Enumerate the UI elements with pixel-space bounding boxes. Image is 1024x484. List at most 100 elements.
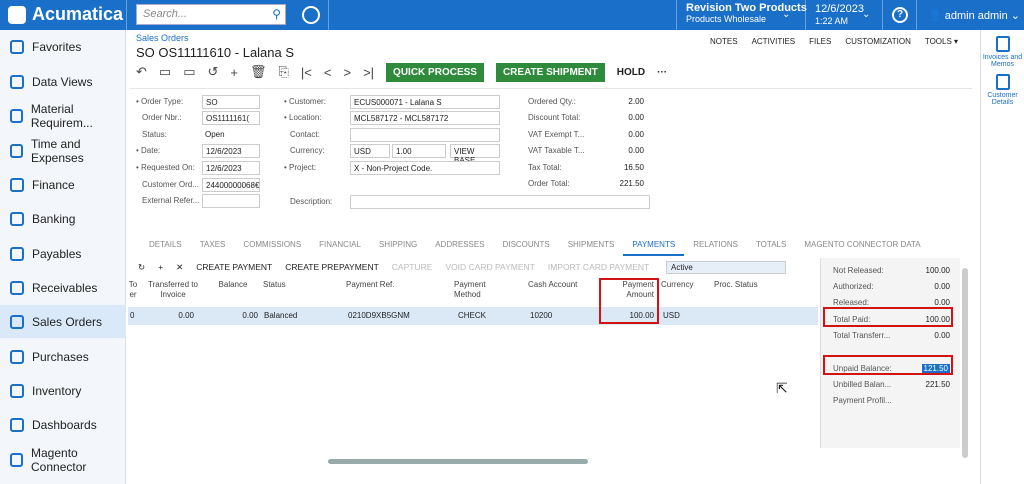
vertical-scrollbar[interactable] (962, 268, 968, 458)
customer-ord-field[interactable]: 24400000068€ (202, 178, 260, 192)
tab-shipments[interactable]: SHIPMENTS (559, 236, 624, 256)
date-selector[interactable]: 12/6/2023 1:22 AM (815, 3, 864, 27)
description-field[interactable] (350, 195, 650, 209)
notes-button[interactable]: NOTES (710, 37, 738, 46)
column-header[interactable]: Payment Ref. (346, 280, 436, 290)
import-card-payment-button[interactable]: IMPORT CARD PAYMENT (548, 262, 649, 272)
sidebar-item-dashboards[interactable]: Dashboards (0, 408, 126, 441)
tools-button[interactable]: TOOLS ▾ (925, 37, 958, 46)
search-icon[interactable]: ⚲ (272, 7, 281, 21)
sidebar-item-time-expenses[interactable]: Time and Expenses (0, 134, 126, 167)
sidebar-item-inventory[interactable]: Inventory (0, 374, 126, 407)
acumatica-logo-icon (8, 5, 26, 24)
history-icon[interactable] (302, 6, 320, 24)
column-header[interactable]: Cash Account (528, 280, 598, 290)
order-nbr-field[interactable]: OS1111161( (202, 111, 260, 125)
order-type-field[interactable]: SO (202, 95, 260, 109)
table-cell: 0 (130, 311, 135, 320)
material-icon (10, 108, 23, 123)
sidebar-item-banking[interactable]: Banking (0, 202, 126, 235)
sidebar-item-receivables[interactable]: Receivables (0, 271, 126, 304)
magento-icon (10, 452, 24, 467)
date-field[interactable]: 12/6/2023 (202, 144, 260, 158)
tab-shipping[interactable]: SHIPPING (370, 236, 426, 256)
status-label: Status: (142, 130, 167, 139)
copy-icon[interactable]: ⎘ (279, 64, 289, 80)
save-icon[interactable]: ▭ (159, 64, 171, 80)
column-header[interactable]: Status (263, 280, 323, 290)
sidebar-item-purchases[interactable]: Purchases (0, 340, 126, 373)
horizontal-scrollbar[interactable] (128, 458, 818, 466)
create-shipment-button[interactable]: CREATE SHIPMENT (495, 62, 605, 82)
hold-button[interactable]: HOLD (617, 67, 645, 78)
currency-field[interactable]: USD (350, 144, 390, 158)
more-button[interactable]: ··· (657, 67, 667, 78)
customer-details-link[interactable]: Customer Details (981, 74, 1024, 106)
contact-field[interactable] (350, 128, 500, 142)
sidebar-item-finance[interactable]: Finance (0, 168, 126, 201)
first-record-icon[interactable]: |< (301, 65, 312, 80)
app-logo[interactable]: Acumatica (8, 4, 123, 25)
customer-field[interactable]: ECUS000071 - Lalana S (350, 95, 500, 109)
project-field[interactable]: X - Non-Project Code. (350, 161, 500, 175)
delete-icon[interactable]: 🗑 (250, 64, 267, 80)
sidebar-item-sales-orders[interactable]: Sales Orders (0, 305, 126, 338)
view-base-button[interactable]: VIEW BASE (450, 144, 500, 165)
table-row[interactable]: 0 0.00 0.00 Balanced 0210D9XB5GNM CHECK … (128, 307, 818, 325)
tab-totals[interactable]: TOTALS (747, 236, 795, 256)
vat-exempt-value: 0.00 (628, 130, 644, 139)
sidebar-item-data-views[interactable]: Data Views (0, 65, 126, 98)
tab-relations[interactable]: RELATIONS (684, 236, 747, 256)
search-input[interactable]: Search... ⚲ (136, 4, 286, 25)
customization-button[interactable]: CUSTOMIZATION (845, 37, 910, 46)
refresh-icon[interactable]: ↻ (138, 262, 145, 273)
requested-on-field[interactable]: 12/6/2023 (202, 161, 260, 175)
currency-rate-field[interactable]: 1.00 (392, 144, 446, 158)
column-header[interactable]: Balance (208, 280, 258, 290)
column-header[interactable]: Transferred to Invoice (148, 280, 198, 300)
tab-details[interactable]: DETAILS (140, 236, 191, 256)
tab-financial[interactable]: FINANCIAL (310, 236, 370, 256)
tab-commissions[interactable]: COMMISSIONS (234, 236, 310, 256)
column-header[interactable]: Currency (661, 280, 701, 290)
files-button[interactable]: FILES (809, 37, 831, 46)
void-card-payment-button[interactable]: VOID CARD PAYMENT (445, 262, 534, 272)
add-icon[interactable]: + (230, 65, 238, 80)
sidebar-item-material-requirements[interactable]: Material Requirem... (0, 99, 126, 132)
create-payment-button[interactable]: CREATE PAYMENT (196, 262, 272, 272)
order-total-label: Order Total: (528, 179, 570, 188)
delete-row-icon[interactable]: ✕ (176, 262, 183, 273)
tab-taxes[interactable]: TAXES (191, 236, 235, 256)
capture-button[interactable]: CAPTURE (392, 262, 433, 272)
location-field[interactable]: MCL587172 - MCL587172 (350, 111, 500, 125)
help-icon[interactable]: ? (892, 7, 908, 23)
status-filter-select[interactable]: Active (666, 261, 786, 274)
undo-icon[interactable]: ↺ (208, 64, 219, 80)
next-icon[interactable]: > (343, 65, 351, 80)
previous-icon[interactable]: < (324, 65, 332, 80)
chevron-down-icon[interactable]: ⌄ (782, 9, 790, 20)
scrollbar-thumb[interactable] (328, 459, 588, 464)
invoices-memos-link[interactable]: Invoices and Memos (981, 36, 1024, 68)
add-row-icon[interactable]: + (158, 262, 163, 272)
user-menu[interactable]: 👤 admin admin ⌄ (928, 9, 1020, 22)
save-close-icon[interactable]: ▭ (183, 64, 195, 80)
external-ref-field[interactable] (202, 194, 260, 208)
sidebar-item-favorites[interactable]: Favorites (0, 30, 126, 63)
quick-process-button[interactable]: QUICK PROCESS (386, 62, 484, 82)
column-header[interactable]: Proc. Status (714, 280, 774, 290)
last-record-icon[interactable]: >| (363, 65, 374, 80)
back-icon[interactable]: ↶ (136, 64, 147, 80)
tab-magento-connector-data[interactable]: MAGENTO CONNECTOR DATA (795, 236, 929, 256)
chevron-down-icon[interactable]: ⌄ (862, 9, 870, 20)
create-prepayment-button[interactable]: CREATE PREPAYMENT (285, 262, 379, 272)
activities-button[interactable]: ACTIVITIES (752, 37, 796, 46)
tab-payments[interactable]: PAYMENTS (623, 236, 685, 256)
divider (328, 0, 329, 30)
column-header[interactable]: Payment Method (454, 280, 504, 300)
column-header[interactable]: To er (128, 280, 138, 300)
tab-discounts[interactable]: DISCOUNTS (494, 236, 559, 256)
sidebar-item-payables[interactable]: Payables (0, 237, 126, 270)
sidebar-item-magento-connector[interactable]: Magento Connector (0, 443, 126, 476)
tab-addresses[interactable]: ADDRESSES (426, 236, 493, 256)
